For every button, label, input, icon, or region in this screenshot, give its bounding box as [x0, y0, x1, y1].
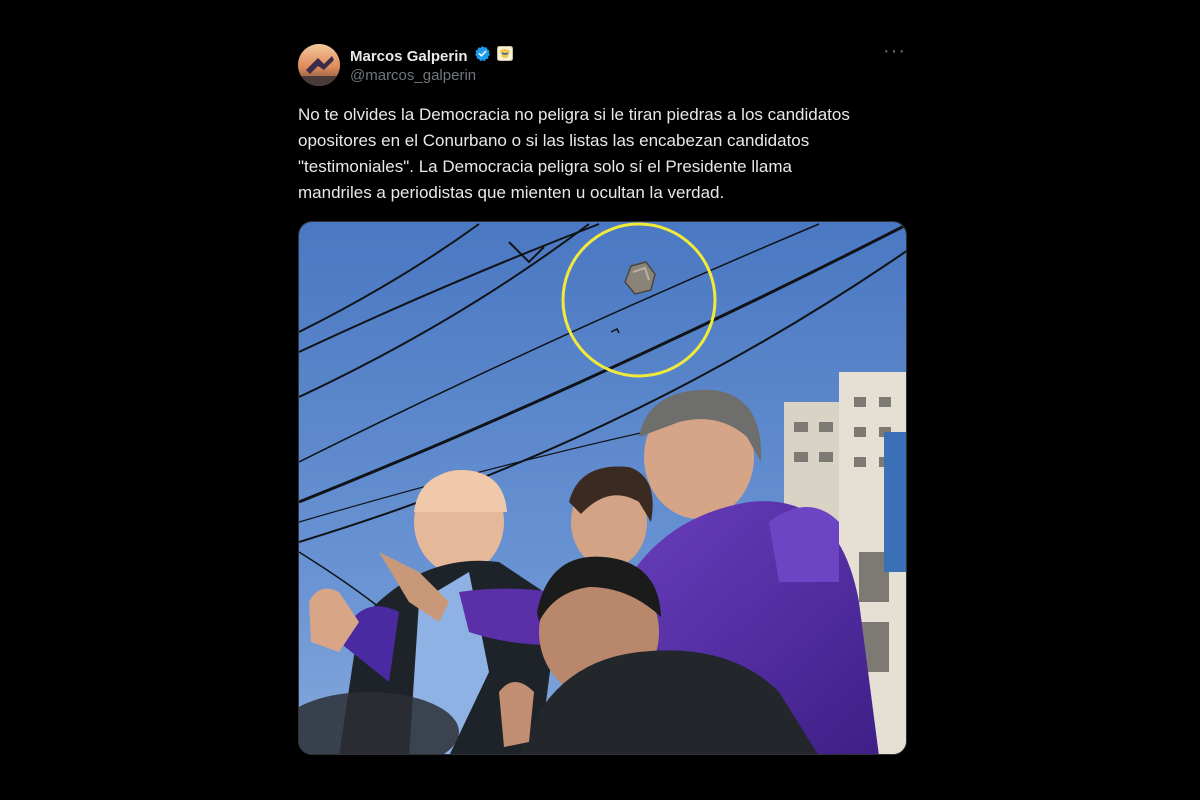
author-name-row: Marcos Galperin	[350, 45, 513, 67]
author-handle[interactable]: @marcos_galperin	[350, 67, 476, 84]
affiliate-badge-icon[interactable]	[496, 46, 513, 66]
tweet-text: No te olvides la Democracia no peligra s…	[298, 105, 850, 202]
author-avatar[interactable]	[298, 44, 340, 86]
author-display-name[interactable]: Marcos Galperin	[350, 48, 468, 65]
more-options-button[interactable]: ···	[883, 40, 906, 63]
tweet-photo[interactable]	[298, 221, 907, 755]
avatar-image	[298, 44, 340, 86]
tweet-card[interactable]: Marcos Galperin @marcos_galperin ··· No …	[298, 40, 908, 755]
verified-badge-icon[interactable]	[474, 45, 491, 67]
photo-image	[299, 222, 906, 754]
